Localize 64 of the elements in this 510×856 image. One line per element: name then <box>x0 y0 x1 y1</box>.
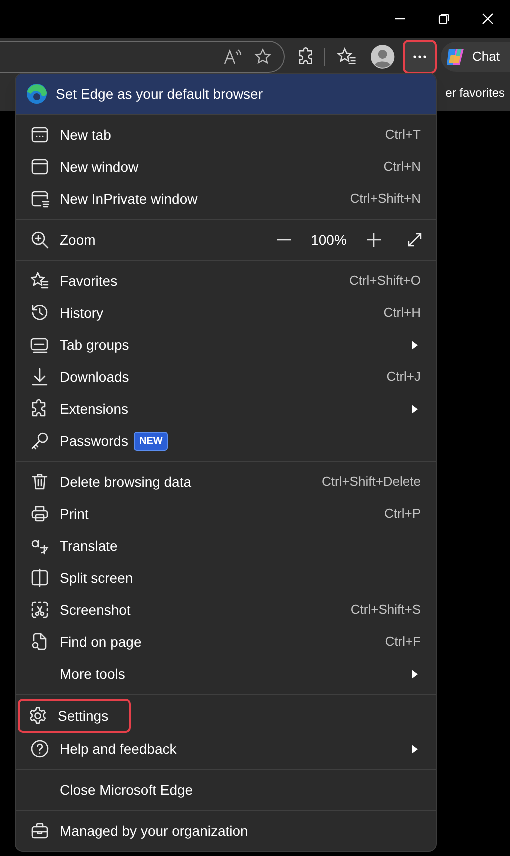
zoom-icon <box>30 230 50 250</box>
shortcut-text: Ctrl+J <box>386 368 421 386</box>
shortcut-text: Ctrl+Shift+S <box>350 601 421 620</box>
menu-item-label: Close Microsoft Edge <box>60 780 194 800</box>
banner-text: Set Edge as your default browser <box>56 84 264 104</box>
avatar-icon[interactable] <box>371 44 395 68</box>
shortcut-text: Ctrl+N <box>384 158 421 176</box>
split-screen-icon <box>30 568 50 588</box>
menu-item-label: Downloads <box>60 368 130 386</box>
download-icon <box>30 367 50 387</box>
shortcut-text: Ctrl+Shift+O <box>349 272 421 290</box>
plus-icon <box>366 232 382 248</box>
shortcut-text: Ctrl+H <box>384 304 421 322</box>
help-icon <box>30 739 50 759</box>
briefcase-icon <box>30 821 50 841</box>
favorites-icon[interactable] <box>337 46 358 66</box>
menu-item-label: New tab <box>60 126 112 144</box>
menu-item-label: Screenshot <box>60 600 131 620</box>
private-window-icon <box>30 189 50 209</box>
menu-item-label: Help and feedback <box>60 740 177 759</box>
window-icon <box>30 157 50 177</box>
menu-item-label: Find on page <box>60 632 142 652</box>
menu-item-label: Settings <box>58 706 109 726</box>
edge-logo-icon <box>26 83 48 105</box>
minus-icon <box>276 239 292 241</box>
shortcut-text: Ctrl+P <box>384 505 421 524</box>
star-icon[interactable] <box>254 48 272 66</box>
default-browser-banner[interactable]: Set Edge as your default browser <box>16 74 436 114</box>
menu-item-label: Passwords <box>60 432 128 450</box>
menu-item-label: New window <box>60 158 139 176</box>
new-tab-icon <box>30 125 50 145</box>
shortcut-text: Ctrl+T <box>385 126 421 144</box>
menu-item-label: Extensions <box>60 400 128 418</box>
key-icon <box>30 431 50 451</box>
printer-icon <box>30 504 50 524</box>
menu-item-label: New InPrivate window <box>60 190 198 208</box>
menu-item-label: Translate <box>60 536 118 556</box>
zoom-level: 100% <box>310 230 348 250</box>
history-icon <box>30 303 50 323</box>
menu-item-label: More tools <box>60 664 126 684</box>
more-button[interactable] <box>404 42 435 72</box>
menu-item-label: Split screen <box>60 568 134 588</box>
shortcut-text: Ctrl+F <box>385 633 421 652</box>
trash-icon <box>30 472 50 492</box>
menu-item-label: Print <box>60 504 89 524</box>
menu-item-label: History <box>60 304 104 323</box>
expand-icon <box>408 233 422 247</box>
shortcut-text: Ctrl+Shift+N <box>350 190 421 208</box>
chat-button[interactable]: Chat <box>440 42 510 72</box>
menu-item-label: Favorites <box>60 272 118 290</box>
new-badge: NEW <box>134 432 168 450</box>
ellipsis-icon <box>412 54 427 58</box>
menu-item-label: Tab groups <box>60 336 130 355</box>
gear-icon <box>28 706 48 726</box>
close-icon <box>482 13 494 25</box>
favorites-icon <box>30 271 50 291</box>
favorites-folder[interactable]: er favorites <box>446 84 505 102</box>
menu-item-label: Zoom <box>60 230 97 250</box>
shortcut-text: Ctrl+Shift+Delete <box>322 473 421 492</box>
screenshot-icon <box>30 600 50 620</box>
menu-item-label: Managed by your organization <box>60 822 248 841</box>
restore-icon <box>438 13 450 25</box>
read-aloud-icon[interactable] <box>224 48 242 64</box>
menu-item-label: Delete browsing data <box>60 472 192 492</box>
